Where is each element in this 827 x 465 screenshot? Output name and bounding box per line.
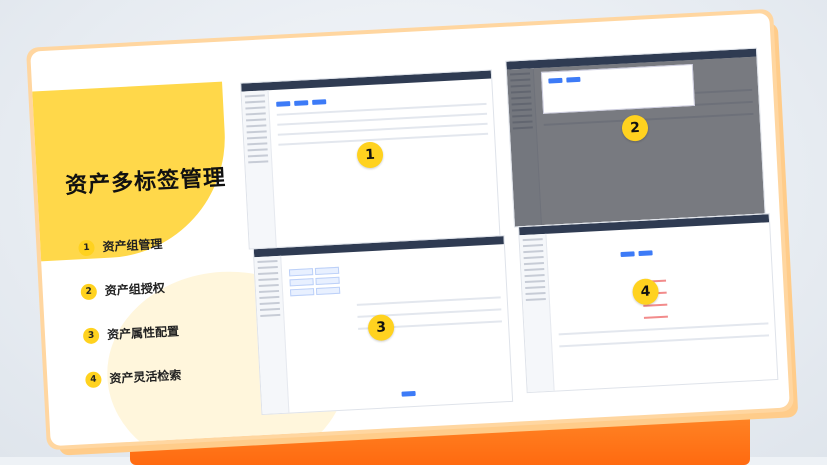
table-row xyxy=(558,322,769,336)
auth-modal xyxy=(540,63,695,114)
modal-button xyxy=(548,77,563,84)
screenshot-badge: 1 xyxy=(356,141,384,169)
feature-label: 资产组授权 xyxy=(104,280,166,299)
modal-button xyxy=(566,76,581,83)
search-button xyxy=(620,251,635,258)
toolbar-button xyxy=(294,100,309,106)
card-body: 资产多标签管理 1 资产组管理 2 资产组授权 3 资产属性配置 4 资产灵活检… xyxy=(30,12,790,447)
app-sidebar xyxy=(519,233,555,393)
app-topbar xyxy=(241,70,492,92)
toolbar-button xyxy=(276,101,291,107)
feature-number: 4 xyxy=(84,370,102,388)
feature-number: 2 xyxy=(80,282,98,300)
attribute-tag xyxy=(315,286,341,295)
attribute-tag xyxy=(289,288,315,297)
feature-label: 资产组管理 xyxy=(102,236,163,255)
screenshot-asset-attributes: 3 xyxy=(252,235,514,416)
attribute-tag xyxy=(288,268,314,277)
feature-card: 资产多标签管理 1 资产组管理 2 资产组授权 3 资产属性配置 4 资产灵活检… xyxy=(25,8,799,456)
toolbar-button xyxy=(312,99,327,105)
app-sidebar xyxy=(254,255,290,414)
search-button xyxy=(638,250,653,257)
attribute-tag xyxy=(289,278,314,287)
table-row xyxy=(559,334,770,348)
feature-number: 1 xyxy=(78,239,95,256)
screenshot-asset-group: 1 xyxy=(240,69,501,250)
screenshot-badge: 3 xyxy=(367,313,395,342)
submit-button xyxy=(401,390,416,397)
table-row xyxy=(278,132,489,146)
attribute-tag xyxy=(314,266,340,276)
app-sidebar xyxy=(241,90,277,249)
feature-number: 3 xyxy=(82,326,100,344)
highlight-row xyxy=(643,315,668,319)
screenshot-badge: 4 xyxy=(631,278,660,306)
form-row xyxy=(356,296,501,306)
feature-item: 1 资产组管理 xyxy=(78,235,163,256)
screenshot-group-authorization: 2 xyxy=(505,47,766,228)
screenshot-flexible-search: 4 xyxy=(517,213,779,394)
attribute-tag xyxy=(315,276,340,286)
